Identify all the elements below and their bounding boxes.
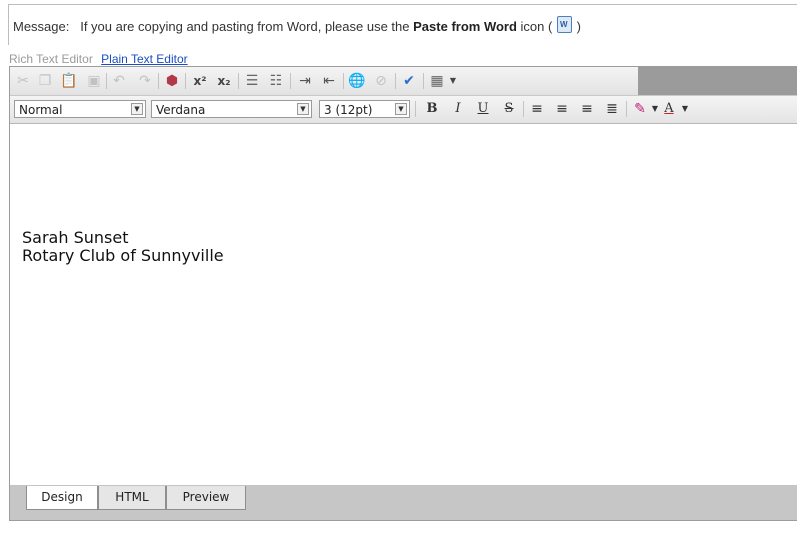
paragraph-style-select[interactable]: Normal ▼ (14, 100, 146, 118)
toolbar-divider (626, 101, 627, 117)
insert-link-icon[interactable]: 🌐 (348, 72, 366, 90)
font-family-value: Verdana (156, 103, 206, 117)
toolbar-divider (185, 73, 186, 89)
message-text-after: icon ( (520, 19, 553, 34)
align-right-icon[interactable]: ≡ (578, 100, 596, 118)
outdent-icon[interactable]: ⇤ (320, 72, 338, 90)
chevron-down-icon[interactable]: ▼ (676, 100, 694, 118)
editor-view-tabs: Design HTML Preview (10, 486, 797, 520)
font-size-value: 3 (12pt) (324, 103, 373, 117)
tab-html[interactable]: HTML (98, 486, 166, 510)
font-size-select[interactable]: 3 (12pt) ▼ (319, 100, 410, 118)
message-label: Message: (13, 19, 70, 34)
align-left-icon[interactable]: ≡ (528, 100, 546, 118)
paste-from-word-icon[interactable]: ▣ (85, 72, 103, 90)
toolbar-filler (638, 67, 797, 95)
cut-icon[interactable]: ✂ (14, 72, 32, 90)
remove-link-icon[interactable]: ⊘ (372, 72, 390, 90)
spelling-check-icon[interactable]: ✔ (400, 72, 418, 90)
chevron-down-icon: ▼ (131, 103, 143, 115)
redo-icon[interactable]: ↷ (136, 72, 154, 90)
italic-icon[interactable]: I (449, 100, 467, 118)
message-text: If you are copying and pasting from Word… (80, 19, 410, 34)
paste-icon[interactable]: 📋 (60, 72, 78, 90)
chevron-down-icon: ▼ (297, 103, 309, 115)
toolbar-row-2: Normal ▼ Verdana ▼ 3 (12pt) ▼ B I U S ≡ … (10, 96, 797, 124)
toolbar-divider (343, 73, 344, 89)
toolbar-divider (415, 101, 416, 117)
superscript-icon[interactable]: x² (191, 72, 209, 90)
toolbar-divider (106, 73, 107, 89)
content-line-name: Sarah Sunset (22, 228, 129, 247)
bulleted-list-icon[interactable]: ☷ (267, 72, 285, 90)
spellcheck-icon[interactable]: ⬢ (163, 72, 181, 90)
justify-icon[interactable]: ≣ (603, 100, 621, 118)
toolbar-row-1: ✂ ❐ 📋 ▣ ↶ ↷ ⬢ x² x₂ ☰ ☷ ⇥ ⇤ 🌐 ⊘ ✔ ▦ ▼ (10, 67, 797, 96)
content-line-club: Rotary Club of Sunnyville (22, 246, 224, 265)
toolbar-divider (290, 73, 291, 89)
subscript-icon[interactable]: x₂ (215, 72, 233, 90)
rich-text-editor-label: Rich Text Editor (9, 52, 93, 66)
underline-icon[interactable]: U (474, 100, 492, 118)
indent-icon[interactable]: ⇥ (296, 72, 314, 90)
chevron-down-icon[interactable]: ▼ (444, 72, 462, 90)
paste-from-word-label: Paste from Word (413, 19, 517, 34)
undo-icon[interactable]: ↶ (110, 72, 128, 90)
message-close-paren: ) (576, 19, 581, 34)
paste-from-word-icon (556, 16, 572, 33)
align-center-icon[interactable]: ≡ (553, 100, 571, 118)
strikethrough-icon[interactable]: S (500, 100, 518, 118)
toolbar-divider (523, 101, 524, 117)
editor-mode-switch: Rich Text Editor Plain Text Editor (9, 52, 188, 66)
tab-preview[interactable]: Preview (166, 486, 246, 510)
copy-icon[interactable]: ❐ (36, 72, 54, 90)
chevron-down-icon: ▼ (395, 103, 407, 115)
toolbar-divider (158, 73, 159, 89)
plain-text-editor-link[interactable]: Plain Text Editor (101, 52, 188, 66)
paragraph-style-value: Normal (19, 103, 63, 117)
toolbar-divider (423, 73, 424, 89)
toolbar-divider (395, 73, 396, 89)
bold-icon[interactable]: B (423, 100, 441, 118)
rich-text-editor: ✂ ❐ 📋 ▣ ↶ ↷ ⬢ x² x₂ ☰ ☷ ⇥ ⇤ 🌐 ⊘ ✔ ▦ ▼ No… (9, 66, 797, 521)
numbered-list-icon[interactable]: ☰ (243, 72, 261, 90)
editor-content-area[interactable]: Sarah Sunset Rotary Club of Sunnyville (10, 124, 797, 486)
message-panel: Message: If you are copying and pasting … (8, 4, 797, 45)
toolbar-divider (238, 73, 239, 89)
tab-design[interactable]: Design (26, 486, 98, 510)
font-family-select[interactable]: Verdana ▼ (151, 100, 312, 118)
paste-instruction: Message: If you are copying and pasting … (13, 16, 581, 34)
